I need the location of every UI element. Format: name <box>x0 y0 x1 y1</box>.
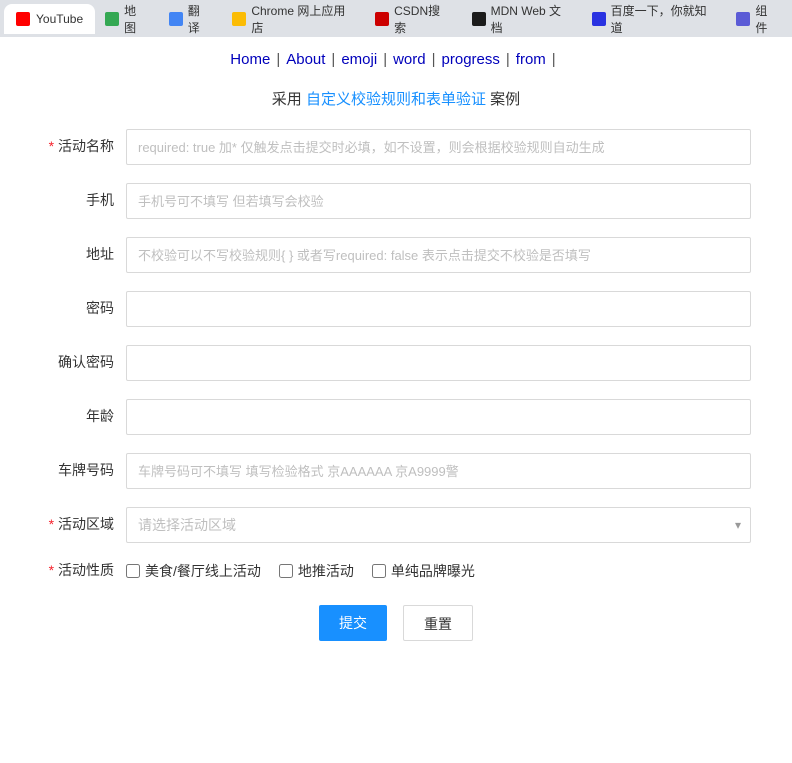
tab-translate-label: 翻译 <box>188 2 211 36</box>
checkbox-ground-input[interactable] <box>279 564 293 578</box>
browser-tab-bar: YouTube 地图 翻译 Chrome 网上应用店 CSDN搜索 MDN We… <box>0 0 792 37</box>
nav-sep-5: | <box>506 51 510 68</box>
other-tabs: 地图 翻译 Chrome 网上应用店 CSDN搜索 MDN Web 文档 百度一… <box>95 4 788 34</box>
form: 活动名称 手机 地址 密码 确认密码 年龄 车牌号码 <box>41 129 751 641</box>
youtube-favicon <box>16 12 30 26</box>
tab-chrome-label: Chrome 网上应用店 <box>251 2 353 36</box>
field-activity-region: 活动区域 请选择活动区域 区域一 区域二 区域三 ▾ <box>41 507 751 543</box>
nav-bar: Home | About | emoji | word | progress |… <box>0 37 792 78</box>
checkbox-brand-input[interactable] <box>372 564 386 578</box>
field-activity-nature: 活动性质 美食/餐厅线上活动 地推活动 单纯品牌曝光 <box>41 561 751 581</box>
title-link[interactable]: 自定义校验规则和表单验证 <box>306 91 486 108</box>
nav-home[interactable]: Home <box>230 51 270 68</box>
tab-csdn[interactable]: CSDN搜索 <box>365 4 459 34</box>
input-address[interactable] <box>126 237 751 273</box>
select-activity-region[interactable]: 请选择活动区域 区域一 区域二 区域三 <box>126 507 751 543</box>
checkbox-food-label: 美食/餐厅线上活动 <box>145 561 261 581</box>
input-age[interactable] <box>126 399 751 435</box>
active-tab-label: YouTube <box>36 12 83 26</box>
checkbox-ground[interactable]: 地推活动 <box>279 561 354 581</box>
active-tab[interactable]: YouTube <box>4 4 95 34</box>
nav-about[interactable]: About <box>286 51 325 68</box>
tab-comp[interactable]: 组件 <box>726 4 788 34</box>
label-phone: 手机 <box>41 191 126 211</box>
field-license-plate: 车牌号码 <box>41 453 751 489</box>
comp-favicon <box>736 12 750 26</box>
label-license-plate: 车牌号码 <box>41 461 126 481</box>
checkbox-group-nature: 美食/餐厅线上活动 地推活动 单纯品牌曝光 <box>126 561 751 581</box>
title-suffix: 案例 <box>490 91 520 108</box>
tab-baidu[interactable]: 百度一下，你就知道 <box>582 4 725 34</box>
field-address: 地址 <box>41 237 751 273</box>
checkbox-brand[interactable]: 单纯品牌曝光 <box>372 561 475 581</box>
label-address: 地址 <box>41 245 126 265</box>
label-activity-region: 活动区域 <box>41 515 126 535</box>
title-prefix: 采用 <box>272 91 302 108</box>
chrome-favicon <box>232 12 246 26</box>
submit-button[interactable]: 提交 <box>319 605 387 641</box>
field-activity-name: 活动名称 <box>41 129 751 165</box>
label-age: 年龄 <box>41 407 126 427</box>
nav-sep-1: | <box>276 51 280 68</box>
baidu-favicon <box>592 12 606 26</box>
label-confirm-password: 确认密码 <box>41 353 126 373</box>
nav-sep-4: | <box>432 51 436 68</box>
tab-map[interactable]: 地图 <box>95 4 157 34</box>
csdn-favicon <box>375 12 389 26</box>
field-confirm-password: 确认密码 <box>41 345 751 381</box>
label-activity-name: 活动名称 <box>41 137 126 157</box>
field-phone: 手机 <box>41 183 751 219</box>
checkbox-food[interactable]: 美食/餐厅线上活动 <box>126 561 261 581</box>
nav-progress[interactable]: progress <box>442 51 500 68</box>
tab-map-label: 地图 <box>124 2 147 36</box>
label-activity-nature: 活动性质 <box>41 561 126 581</box>
tab-csdn-label: CSDN搜索 <box>394 2 449 36</box>
input-activity-name[interactable] <box>126 129 751 165</box>
tab-mdn-label: MDN Web 文档 <box>491 2 570 36</box>
checkbox-brand-label: 单纯品牌曝光 <box>391 561 475 581</box>
field-age: 年龄 <box>41 399 751 435</box>
page-title: 采用 自定义校验规则和表单验证 案例 <box>41 88 751 109</box>
checkbox-food-input[interactable] <box>126 564 140 578</box>
checkbox-ground-label: 地推活动 <box>298 561 354 581</box>
tab-baidu-label: 百度一下，你就知道 <box>611 2 715 36</box>
map-favicon <box>105 12 119 26</box>
tab-comp-label: 组件 <box>755 2 778 36</box>
input-confirm-password[interactable] <box>126 345 751 381</box>
input-password[interactable] <box>126 291 751 327</box>
nav-sep-2: | <box>331 51 335 68</box>
nav-word[interactable]: word <box>393 51 426 68</box>
field-password: 密码 <box>41 291 751 327</box>
nav-from[interactable]: from <box>516 51 546 68</box>
tab-chrome-store[interactable]: Chrome 网上应用店 <box>222 4 363 34</box>
nav-sep-6: | <box>552 51 556 68</box>
mdn-favicon <box>472 12 486 26</box>
nav-sep-3: | <box>383 51 387 68</box>
label-password: 密码 <box>41 299 126 319</box>
button-row: 提交 重置 <box>41 605 751 641</box>
input-phone[interactable] <box>126 183 751 219</box>
tab-translate[interactable]: 翻译 <box>159 4 221 34</box>
translate-favicon <box>169 12 183 26</box>
tab-mdn[interactable]: MDN Web 文档 <box>462 4 580 34</box>
main-content: 采用 自定义校验规则和表单验证 案例 活动名称 手机 地址 密码 确认密码 <box>21 78 771 681</box>
nav-emoji[interactable]: emoji <box>341 51 377 68</box>
reset-button[interactable]: 重置 <box>403 605 473 641</box>
input-license-plate[interactable] <box>126 453 751 489</box>
select-region-wrap: 请选择活动区域 区域一 区域二 区域三 ▾ <box>126 507 751 543</box>
